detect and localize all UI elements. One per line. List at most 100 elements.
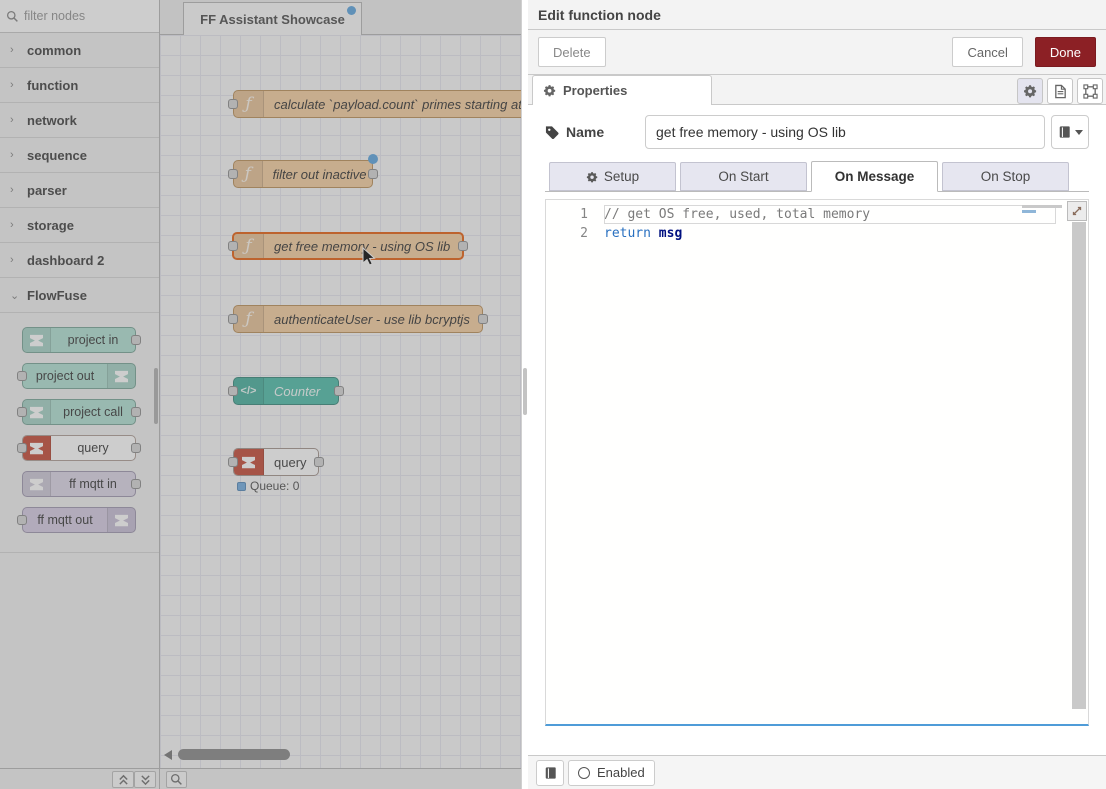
- output-port[interactable]: [131, 335, 141, 345]
- palette-category-sequence[interactable]: › sequence: [0, 138, 159, 173]
- chevron-right-icon: ›: [10, 114, 18, 126]
- scroll-left-arrow[interactable]: [164, 750, 172, 760]
- input-port[interactable]: [228, 314, 238, 324]
- footer-divider: [159, 769, 160, 789]
- input-port[interactable]: [228, 386, 238, 396]
- delete-button[interactable]: Delete: [538, 37, 606, 67]
- palette-category-storage[interactable]: › storage: [0, 208, 159, 243]
- output-port[interactable]: [314, 457, 324, 467]
- palette-category-function[interactable]: › function: [0, 68, 159, 103]
- expand-icon: [1070, 204, 1084, 218]
- palette-category-flowfuse[interactable]: ⌄ FlowFuse: [0, 278, 159, 313]
- input-port[interactable]: [17, 407, 27, 417]
- node-changed-dot: [368, 154, 378, 164]
- flowfuse-logo-icon: [23, 472, 51, 496]
- palette-collapse-down-button[interactable]: [134, 771, 156, 788]
- palette-node-ff-mqtt-out[interactable]: ff mqtt out: [22, 507, 136, 533]
- mouse-pointer: [362, 247, 376, 267]
- name-input[interactable]: [645, 115, 1045, 149]
- tab-on-message[interactable]: On Message: [811, 161, 938, 192]
- flow-node-filter-out-inactive[interactable]: ƒ filter out inactive: [233, 160, 373, 188]
- input-port[interactable]: [17, 515, 27, 525]
- enabled-toggle-button[interactable]: Enabled: [568, 760, 655, 786]
- output-port[interactable]: [131, 443, 141, 453]
- chevron-right-icon: ›: [10, 219, 18, 231]
- node-red-app: › common › function › network › sequence…: [0, 0, 1106, 789]
- code-editor[interactable]: 1 // get OS free, used, total memory 2 r…: [545, 199, 1089, 726]
- workspace-tab[interactable]: FF Assistant Showcase: [183, 2, 362, 35]
- flow-node-counter[interactable]: </> Counter: [233, 377, 339, 405]
- palette-node-ff-mqtt-in[interactable]: ff mqtt in: [22, 471, 136, 497]
- palette-node-project-in[interactable]: project in: [22, 327, 136, 353]
- palette-scrollbar[interactable]: [154, 368, 158, 424]
- palette-category-common[interactable]: › common: [0, 33, 159, 68]
- canvas-zoom-search-button[interactable]: [166, 771, 187, 788]
- properties-tab[interactable]: Properties: [532, 75, 712, 105]
- library-dropdown-button[interactable]: [1051, 115, 1089, 149]
- canvas-h-scrollbar[interactable]: [162, 749, 512, 761]
- flow-node-calculate-primes[interactable]: ƒ calculate `payload.count` primes start…: [233, 90, 521, 118]
- library-button[interactable]: [536, 760, 564, 786]
- output-port[interactable]: [334, 386, 344, 396]
- palette-search-input[interactable]: [24, 9, 144, 23]
- tab-on-stop[interactable]: On Stop: [942, 162, 1069, 191]
- appearance-icon-button[interactable]: [1077, 78, 1103, 104]
- editor-scrollbar[interactable]: [1072, 222, 1086, 709]
- function-icon: ƒ: [234, 161, 263, 187]
- done-button[interactable]: Done: [1035, 37, 1096, 67]
- tab-setup[interactable]: Setup: [549, 162, 676, 191]
- tray-resize-handle[interactable]: [521, 0, 528, 789]
- editor-expand-button[interactable]: [1067, 201, 1087, 221]
- tab-on-start[interactable]: On Start: [680, 162, 807, 191]
- code-icon: </>: [234, 378, 264, 404]
- output-port[interactable]: [478, 314, 488, 324]
- palette-node-query[interactable]: query: [22, 435, 136, 461]
- document-icon: [1053, 84, 1068, 99]
- output-port[interactable]: [131, 479, 141, 489]
- gear-icon: [1023, 84, 1037, 98]
- scrollbar-thumb[interactable]: [178, 749, 290, 760]
- cancel-button[interactable]: Cancel: [952, 37, 1022, 67]
- description-icon-button[interactable]: [1047, 78, 1073, 104]
- flow-node-query[interactable]: query: [233, 448, 319, 476]
- tag-icon: [545, 125, 559, 140]
- output-port[interactable]: [368, 169, 378, 179]
- input-port[interactable]: [228, 241, 238, 251]
- function-icon: ƒ: [234, 91, 264, 117]
- output-port[interactable]: [458, 241, 468, 251]
- enabled-state-icon: [578, 767, 590, 779]
- tray-title: Edit function node: [528, 0, 1106, 30]
- flowfuse-logo-icon: [234, 449, 264, 475]
- input-port[interactable]: [17, 443, 27, 453]
- input-port[interactable]: [228, 457, 238, 467]
- edit-tray: Edit function node Delete Cancel Done Pr…: [528, 0, 1106, 789]
- flow-node-authenticate-user[interactable]: ƒ authenticateUser - use lib bcryptjs: [233, 305, 483, 333]
- editor-minimap[interactable]: [1022, 205, 1064, 213]
- flow-node-get-free-memory[interactable]: ƒ get free memory - using OS lib: [232, 232, 464, 260]
- flowfuse-logo-icon: [107, 364, 135, 388]
- input-port[interactable]: [17, 371, 27, 381]
- book-icon: [1058, 125, 1071, 139]
- palette-collapse-up-button[interactable]: [112, 771, 134, 788]
- palette-node-project-call[interactable]: project call: [22, 399, 136, 425]
- chevron-right-icon: ›: [10, 79, 18, 91]
- resize-grip: [523, 368, 527, 415]
- properties-icon-button[interactable]: [1017, 78, 1043, 104]
- palette-node-project-out[interactable]: project out: [22, 363, 136, 389]
- workspace-footer: [0, 768, 521, 789]
- palette-category-network[interactable]: › network: [0, 103, 159, 138]
- flow-canvas: FF Assistant Showcase ƒ calculate `paylo…: [160, 0, 521, 768]
- canvas-grid[interactable]: ƒ calculate `payload.count` primes start…: [160, 35, 521, 768]
- tray-form: Name Setup On Start On Message: [528, 105, 1106, 726]
- input-port[interactable]: [228, 99, 238, 109]
- name-label: Name: [545, 124, 645, 140]
- code-line-1[interactable]: 1 // get OS free, used, total memory: [546, 205, 1088, 224]
- palette-category-dashboard2[interactable]: › dashboard 2: [0, 243, 159, 278]
- input-port[interactable]: [228, 169, 238, 179]
- code-line-2[interactable]: 2 return msg: [546, 224, 1088, 243]
- chevron-right-icon: ›: [10, 149, 18, 161]
- palette-search: [0, 0, 159, 33]
- output-port[interactable]: [131, 407, 141, 417]
- palette-category-parser[interactable]: › parser: [0, 173, 159, 208]
- flowfuse-logo-icon: [23, 328, 51, 352]
